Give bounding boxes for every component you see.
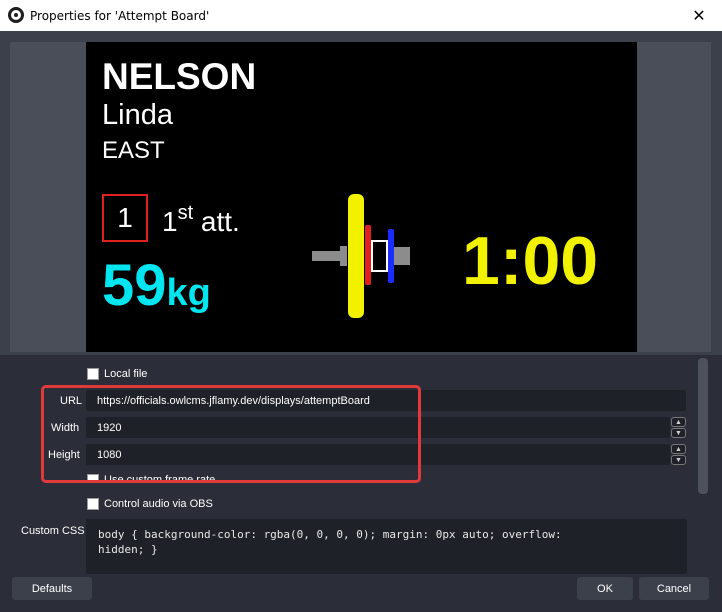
attempt-board-preview: NELSON Linda EAST 1 1st att. 59kg 1:00 [86,42,637,352]
attempt-suffix: st [177,202,194,224]
obs-logo-icon [8,7,24,23]
ok-button[interactable]: OK [577,577,633,600]
window-title: Properties for 'Attempt Board' [30,9,210,23]
weight-unit: kg [166,272,211,314]
preview-letterbox-left [10,42,86,352]
control-audio-checkbox[interactable] [87,498,99,510]
width-spinner[interactable]: ▲ ▼ [671,417,686,438]
weight-value: 59 [102,253,167,318]
css-line: hidden; } [98,543,158,556]
height-spinner[interactable]: ▲ ▼ [671,444,686,465]
spin-up-icon[interactable]: ▲ [671,444,686,454]
plate-white [371,240,388,272]
defaults-button[interactable]: Defaults [12,577,92,600]
plate-blue [388,229,394,283]
attempt-number-box: 1 [102,194,148,242]
local-file-checkbox[interactable] [87,368,99,380]
scrollbar-thumb[interactable] [698,358,708,494]
bar-sleeve-left [312,251,344,261]
spin-down-icon[interactable]: ▼ [671,428,686,438]
plate-25kg [348,194,364,318]
requested-weight: 59kg [102,252,211,319]
bar-collar-left [340,246,347,266]
css-line: body { background-color: rgba(0, 0, 0, 0… [98,528,562,541]
attempt-ordinal: 1 [162,206,178,237]
athlete-last-name: NELSON [102,56,257,97]
spin-up-icon[interactable]: ▲ [671,417,686,427]
barbell-plates-icon [312,194,410,318]
highlight-annotation [41,385,421,483]
custom-css-textarea[interactable]: body { background-color: rgba(0, 0, 0, 0… [86,519,687,574]
custom-css-label: Custom CSS [21,525,85,537]
attempt-label: 1st att. [162,202,240,238]
title-bar: Properties for 'Attempt Board' ✕ [0,0,722,31]
attempt-clock: 1:00 [462,223,599,299]
control-audio-label: Control audio via OBS [104,498,213,510]
plate-red [365,225,371,285]
attempt-word: att. [200,206,240,237]
cancel-button[interactable]: Cancel [639,577,709,600]
bar-collar-right [394,247,410,265]
close-button[interactable]: ✕ [676,0,722,31]
spin-down-icon[interactable]: ▼ [671,455,686,465]
athlete-first-name: Linda [102,99,173,131]
preview-letterbox-right [637,42,711,352]
athlete-team: EAST [102,137,165,164]
local-file-label: Local file [104,368,148,380]
